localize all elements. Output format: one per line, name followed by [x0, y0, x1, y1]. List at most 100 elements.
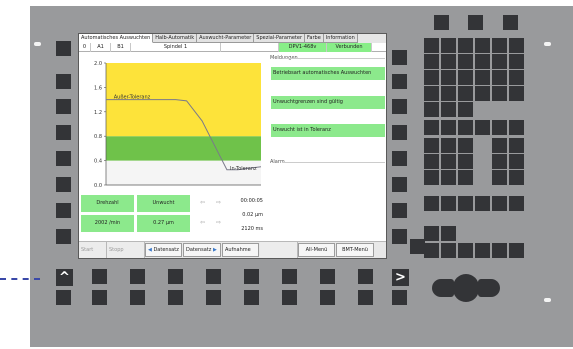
hardware-key[interactable]: [244, 290, 259, 305]
hardware-key[interactable]: [56, 203, 71, 218]
hardware-key[interactable]: [92, 290, 107, 305]
hardware-key[interactable]: [441, 154, 456, 169]
hardware-key[interactable]: [492, 170, 507, 185]
hardware-key[interactable]: [475, 38, 490, 53]
tab-information[interactable]: Information: [323, 34, 358, 43]
hardware-key[interactable]: [468, 15, 483, 30]
hardware-key[interactable]: [475, 120, 490, 135]
hardware-key[interactable]: [358, 269, 373, 284]
hardware-key[interactable]: [441, 54, 456, 69]
hardware-key[interactable]: [509, 138, 524, 153]
hardware-key[interactable]: [441, 102, 456, 117]
hardware-key[interactable]: [441, 138, 456, 153]
hardware-key[interactable]: [492, 243, 507, 258]
hardware-key[interactable]: [441, 226, 456, 241]
dataset-next-button[interactable]: Datensatz ▶: [183, 243, 221, 257]
hardware-key[interactable]: [244, 269, 259, 284]
hardware-key[interactable]: [458, 86, 473, 101]
hardware-key[interactable]: [509, 243, 524, 258]
hardware-key[interactable]: [458, 54, 473, 69]
hardware-key[interactable]: [392, 151, 407, 166]
hardware-key[interactable]: [503, 15, 518, 30]
hardware-key[interactable]: [424, 226, 439, 241]
tab-spezial-parameter[interactable]: Spezial-Parameter: [254, 34, 306, 43]
hardware-key[interactable]: [424, 154, 439, 169]
hardware-key[interactable]: [424, 38, 439, 53]
hardware-key[interactable]: [458, 38, 473, 53]
hardware-key[interactable]: [492, 54, 507, 69]
hardware-key[interactable]: [392, 229, 407, 244]
record-button[interactable]: Aufnahme: [222, 243, 259, 257]
hardware-key[interactable]: [492, 138, 507, 153]
hardware-key[interactable]: [392, 50, 407, 65]
hardware-key[interactable]: [56, 74, 71, 89]
hardware-key[interactable]: [509, 196, 524, 211]
scroll-up-key[interactable]: ^: [56, 269, 73, 286]
hardware-key[interactable]: [458, 196, 473, 211]
rotary-knob-right[interactable]: [478, 279, 500, 297]
hardware-key[interactable]: [492, 38, 507, 53]
hardware-key[interactable]: [458, 102, 473, 117]
hardware-key[interactable]: [441, 70, 456, 85]
hardware-key[interactable]: [130, 269, 145, 284]
hardware-key[interactable]: [92, 269, 107, 284]
hardware-key[interactable]: [168, 269, 183, 284]
all-menu-button[interactable]: All-Menü: [298, 243, 335, 257]
hardware-key[interactable]: [509, 170, 524, 185]
hardware-key[interactable]: [492, 120, 507, 135]
hardware-key[interactable]: [56, 177, 71, 192]
hardware-key[interactable]: [282, 290, 297, 305]
hardware-key[interactable]: [441, 196, 456, 211]
hardware-key[interactable]: [168, 290, 183, 305]
hardware-key[interactable]: [475, 54, 490, 69]
scroll-right-key[interactable]: >: [392, 269, 409, 286]
hardware-key[interactable]: [441, 243, 456, 258]
hardware-key[interactable]: [441, 170, 456, 185]
start-button[interactable]: Start: [79, 242, 107, 258]
hardware-key[interactable]: [392, 203, 407, 218]
hardware-key[interactable]: [441, 120, 456, 135]
hardware-key[interactable]: [206, 269, 221, 284]
hardware-key[interactable]: [56, 41, 71, 56]
hardware-key[interactable]: [475, 196, 490, 211]
hardware-key[interactable]: [392, 177, 407, 192]
hardware-key[interactable]: [509, 38, 524, 53]
hardware-key[interactable]: [424, 243, 439, 258]
hardware-key[interactable]: [320, 290, 335, 305]
hardware-key[interactable]: [358, 290, 373, 305]
hardware-key[interactable]: [392, 290, 407, 305]
hardware-key[interactable]: [434, 15, 449, 30]
hardware-key[interactable]: [424, 54, 439, 69]
bmt-menu-button[interactable]: BMT-Menü: [336, 243, 374, 257]
hardware-key[interactable]: [56, 125, 71, 140]
hardware-key[interactable]: [441, 38, 456, 53]
hardware-key[interactable]: [130, 290, 145, 305]
hardware-key[interactable]: [410, 239, 425, 254]
hardware-key[interactable]: [56, 229, 71, 244]
hardware-key[interactable]: [475, 86, 490, 101]
hardware-key[interactable]: [56, 151, 71, 166]
hardware-key[interactable]: [492, 154, 507, 169]
hardware-key[interactable]: [458, 243, 473, 258]
dataset-prev-button[interactable]: ◀ Datensatz: [145, 243, 182, 257]
hardware-key[interactable]: [458, 154, 473, 169]
hardware-key[interactable]: [424, 170, 439, 185]
hardware-key[interactable]: [424, 70, 439, 85]
hardware-key[interactable]: [441, 86, 456, 101]
hardware-key[interactable]: [56, 290, 71, 305]
hardware-key[interactable]: [509, 154, 524, 169]
hardware-key[interactable]: [424, 196, 439, 211]
hardware-key[interactable]: [424, 138, 439, 153]
hardware-key[interactable]: [475, 70, 490, 85]
hardware-key[interactable]: [392, 99, 407, 114]
tab-auswucht-parameter[interactable]: Auswucht-Parameter: [197, 34, 255, 43]
stop-button[interactable]: Stopp: [107, 242, 145, 258]
hardware-key[interactable]: [282, 269, 297, 284]
hardware-key[interactable]: [206, 290, 221, 305]
hardware-key[interactable]: [320, 269, 335, 284]
hardware-key[interactable]: [458, 120, 473, 135]
hardware-key[interactable]: [509, 120, 524, 135]
hardware-key[interactable]: [392, 74, 407, 89]
rotary-knob[interactable]: [453, 274, 479, 302]
hardware-key[interactable]: [392, 125, 407, 140]
